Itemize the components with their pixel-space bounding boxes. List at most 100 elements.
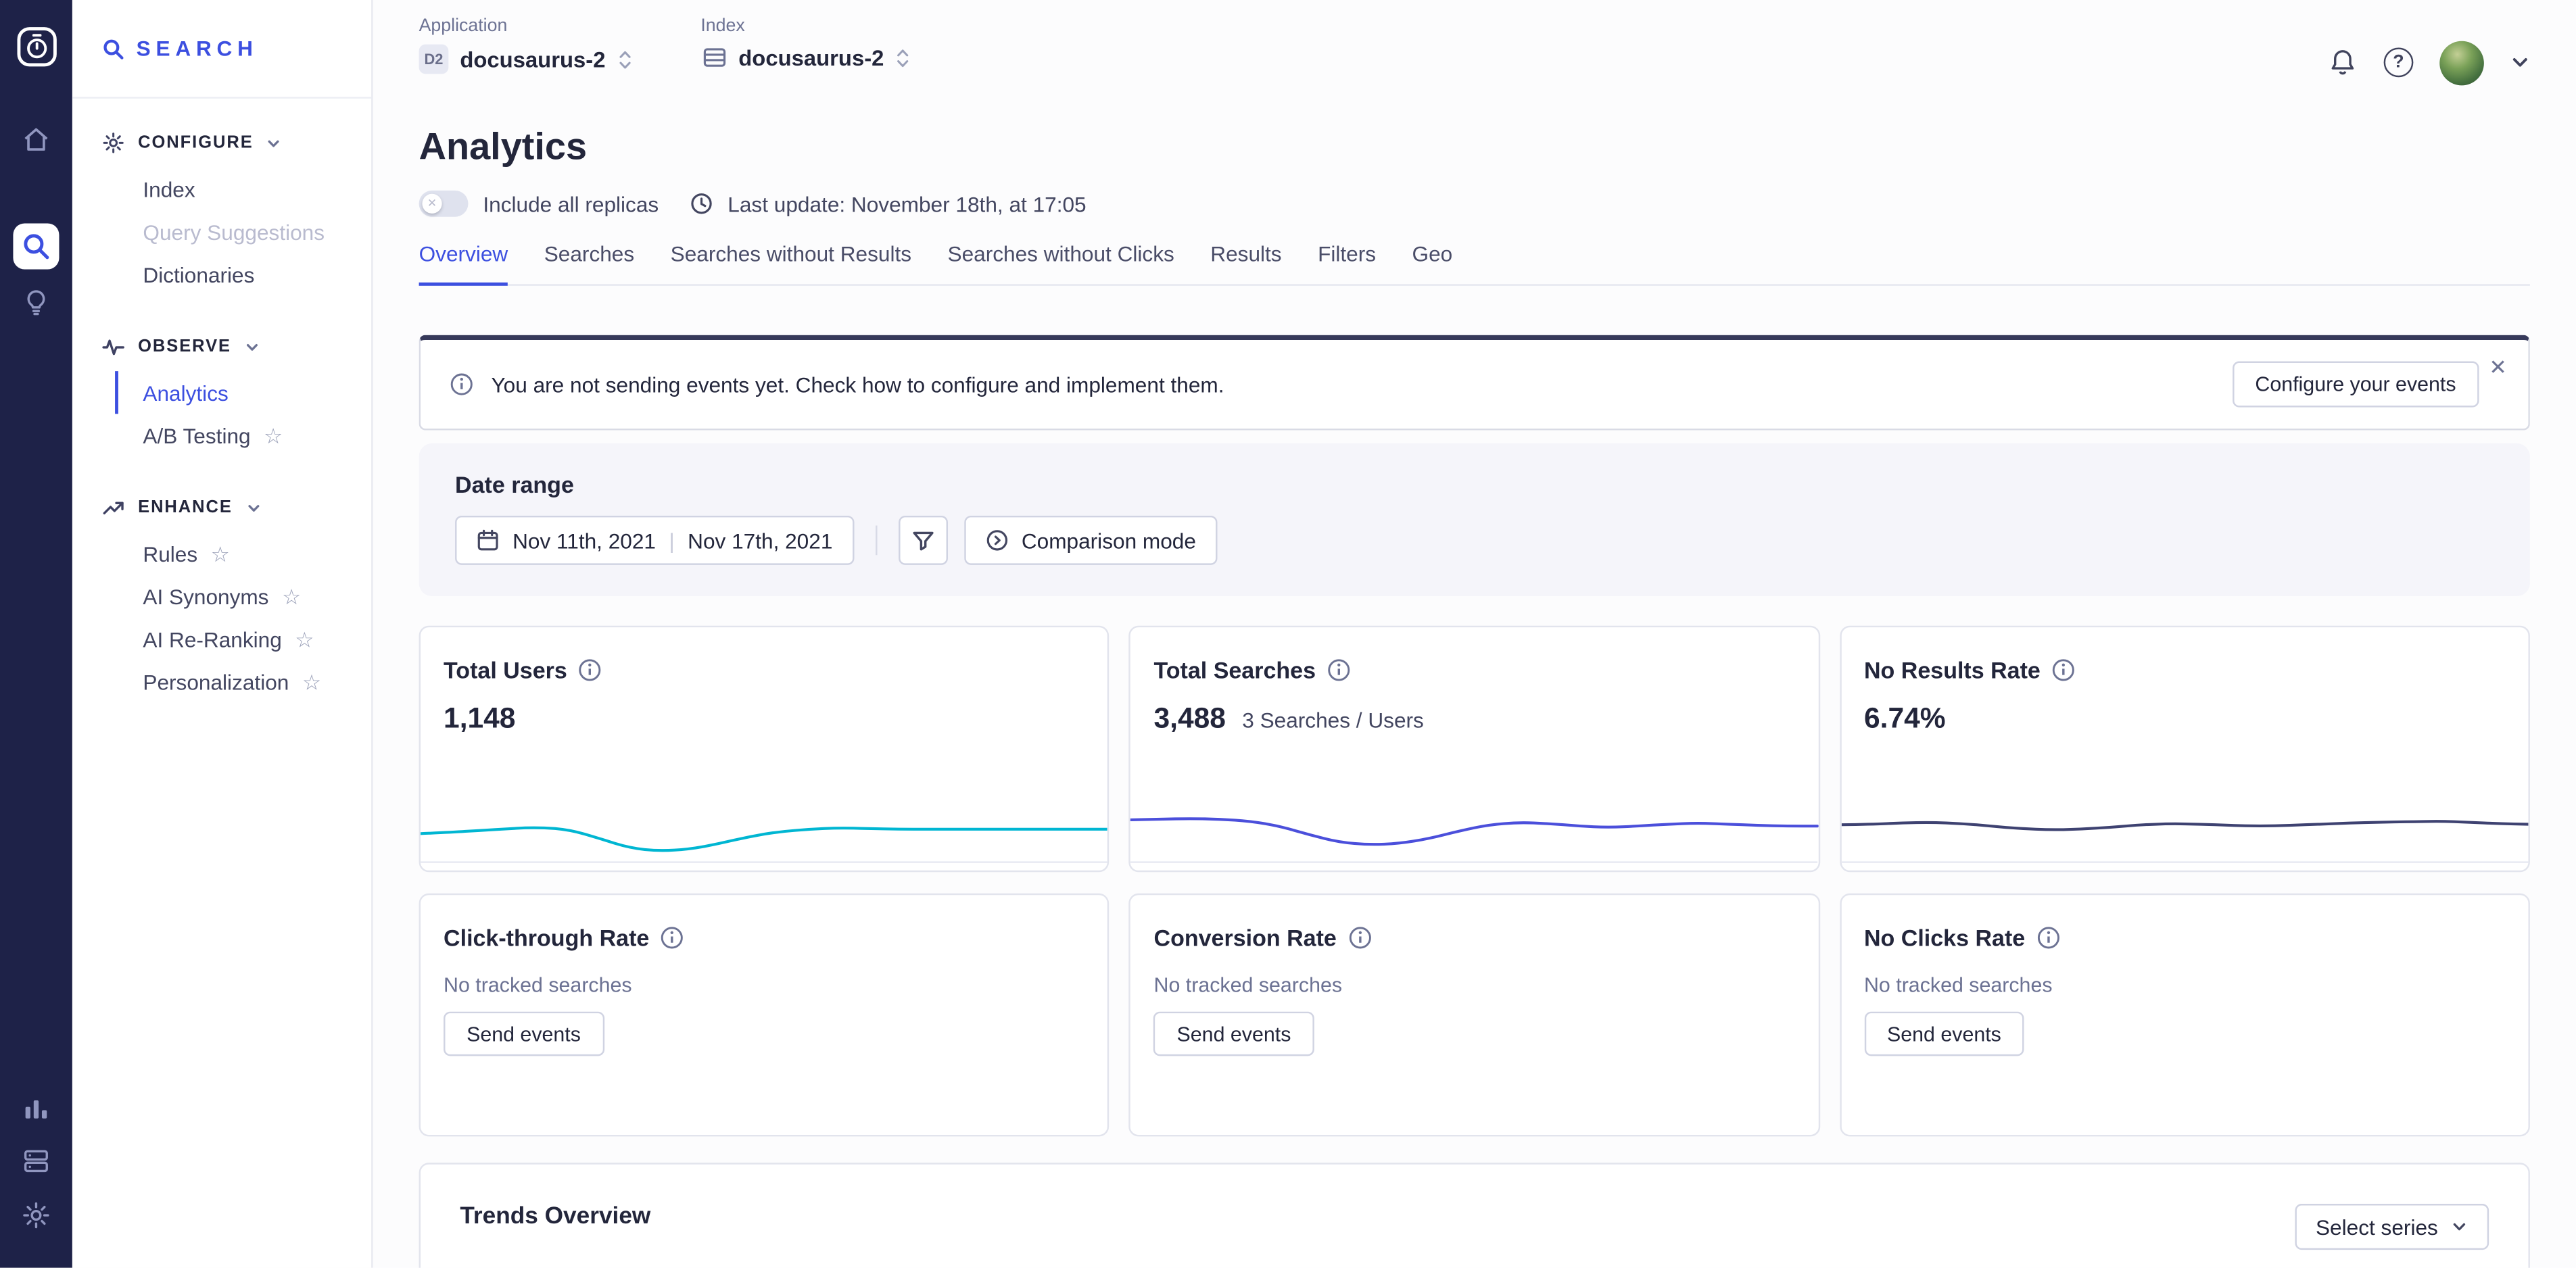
- section-header-observe[interactable]: OBSERVE: [72, 322, 371, 371]
- select-series-button[interactable]: Select series: [2294, 1204, 2489, 1250]
- events-banner: You are not sending events yet. Check ho…: [419, 335, 2530, 431]
- date-range-end: Nov 17th, 2021: [688, 528, 832, 552]
- star-icon: ☆: [302, 671, 321, 693]
- algolia-logo-icon[interactable]: [16, 26, 57, 68]
- recommend-icon[interactable]: [13, 279, 59, 325]
- usage-chart-icon[interactable]: [13, 1084, 59, 1130]
- send-events-button[interactable]: Send events: [1864, 1012, 2024, 1056]
- tab-geo[interactable]: Geo: [1412, 241, 1453, 286]
- chevron-down-icon: [266, 135, 281, 150]
- page-title: Analytics: [419, 125, 2530, 170]
- close-icon[interactable]: ✕: [2489, 356, 2507, 378]
- stat-subtext: 3 Searches / Users: [1242, 708, 1424, 732]
- send-events-button[interactable]: Send events: [444, 1012, 604, 1056]
- comparison-mode-button[interactable]: Comparison mode: [964, 516, 1218, 565]
- card-header: Total Users: [444, 657, 1084, 683]
- tab-searches-without-clicks[interactable]: Searches without Clicks: [948, 241, 1174, 286]
- card-header: No Clicks Rate: [1864, 925, 2505, 951]
- toggle-knob: ✕: [422, 194, 442, 214]
- card-title: No Clicks Rate: [1864, 925, 2025, 951]
- section-header-enhance[interactable]: ENHANCE: [72, 483, 371, 532]
- stat-card-total-users: Total Users 1,148: [419, 626, 1110, 872]
- index-value: docusaurus-2: [738, 45, 884, 70]
- card-header: Conversion Rate: [1154, 925, 1795, 951]
- search-icon: [102, 37, 125, 60]
- card-header: Click-through Rate: [444, 925, 1084, 951]
- no-tracked-searches-text: No tracked searches: [1154, 974, 1795, 997]
- chevron-down-icon: [2451, 1219, 2467, 1235]
- gear-icon: [102, 131, 125, 154]
- sidebar-nav: CONFIGURE Index Query Suggestions Dictio…: [72, 99, 371, 703]
- tab-overview[interactable]: Overview: [419, 241, 508, 286]
- info-icon[interactable]: [2052, 658, 2075, 681]
- comparison-mode-label: Comparison mode: [1022, 528, 1196, 552]
- topbar: Application D2 docusaurus-2 Index docusa…: [419, 0, 2530, 99]
- chevron-down-icon[interactable]: [2510, 53, 2530, 72]
- info-icon: [450, 373, 473, 396]
- sidebar-item-rules[interactable]: Rules☆: [72, 532, 371, 575]
- stat-value-row: 1,148: [444, 702, 1084, 736]
- sidebar-item-ai-re-ranking[interactable]: AI Re-Ranking☆: [72, 618, 371, 660]
- stat-value: 3,488: [1154, 702, 1226, 736]
- tab-results[interactable]: Results: [1210, 241, 1281, 286]
- rail-bottom-group: [13, 1084, 59, 1238]
- section-header-configure[interactable]: CONFIGURE: [72, 118, 371, 168]
- sidebar-item-index[interactable]: Index: [72, 168, 371, 210]
- event-cards-row: Click-through Rate No tracked searches S…: [419, 894, 2530, 1137]
- notifications-bell-icon[interactable]: [2328, 47, 2358, 77]
- info-icon[interactable]: [579, 658, 602, 681]
- application-badge: D2: [419, 45, 449, 74]
- tab-filters[interactable]: Filters: [1318, 241, 1376, 286]
- search-product-logo[interactable]: SEARCH: [72, 0, 371, 99]
- date-range-picker-button[interactable]: Nov 11th, 2021 | Nov 17th, 2021: [455, 516, 854, 565]
- sidebar-section-enhance: ENHANCE Rules☆ AI Synonyms ☆ AI Re-Rankin…: [72, 483, 371, 703]
- application-value: docusaurus-2: [460, 47, 605, 71]
- sidebar-item-personalization[interactable]: Personalization☆: [72, 660, 371, 703]
- home-icon[interactable]: [13, 117, 59, 163]
- avatar[interactable]: [2439, 41, 2484, 85]
- card-title: Total Searches: [1154, 657, 1316, 683]
- section-label: OBSERVE: [138, 337, 231, 356]
- help-icon[interactable]: ?: [2384, 47, 2414, 77]
- star-icon: ☆: [282, 585, 301, 607]
- send-events-button[interactable]: Send events: [1154, 1012, 1314, 1056]
- configure-events-button[interactable]: Configure your events: [2232, 362, 2479, 408]
- sidebar-item-label: AI Synonyms: [143, 584, 268, 608]
- sidebar-item-label: Dictionaries: [143, 262, 254, 287]
- application-selector[interactable]: D2 docusaurus-2: [419, 45, 632, 74]
- sparkline-chart: [421, 785, 1107, 870]
- stat-value-row: 6.74%: [1864, 702, 2505, 736]
- sidebar-item-ai-synonyms[interactable]: AI Synonyms ☆: [72, 575, 371, 617]
- date-range-controls: Nov 11th, 2021 | Nov 17th, 2021 Comparis…: [455, 516, 2494, 565]
- sidebar-item-dictionaries[interactable]: Dictionaries: [72, 253, 371, 295]
- rail-products-group: [13, 223, 59, 325]
- date-separator: |: [669, 528, 674, 552]
- card-header: No Results Rate: [1864, 657, 2505, 683]
- card-title: Total Users: [444, 657, 567, 683]
- tab-searches[interactable]: Searches: [544, 241, 634, 286]
- sidebar-item-query-suggestions[interactable]: Query Suggestions: [72, 210, 371, 253]
- star-icon: ☆: [211, 543, 230, 564]
- settings-gear-icon[interactable]: [13, 1192, 59, 1238]
- sidebar-item-ab-testing[interactable]: A/B Testing☆: [72, 414, 371, 456]
- filter-button[interactable]: [899, 516, 948, 565]
- tab-searches-without-results[interactable]: Searches without Results: [671, 241, 911, 286]
- date-range-start: Nov 11th, 2021: [512, 528, 656, 552]
- date-range-panel: Date range Nov 11th, 2021 | Nov 17th, 20…: [419, 443, 2530, 596]
- banner-message: You are not sending events yet. Check ho…: [492, 372, 1224, 396]
- data-sources-icon[interactable]: [13, 1138, 59, 1184]
- search-product-icon[interactable]: [13, 223, 59, 269]
- stat-card-total-searches: Total Searches 3,488 3 Searches / Users: [1129, 626, 1819, 872]
- card-title: Click-through Rate: [444, 925, 649, 951]
- sidebar-item-analytics[interactable]: Analytics: [115, 371, 371, 414]
- info-icon[interactable]: [2036, 926, 2059, 949]
- info-icon[interactable]: [1348, 926, 1371, 949]
- stat-value: 1,148: [444, 702, 515, 736]
- sort-chevrons-icon: [895, 45, 910, 70]
- include-replicas-toggle[interactable]: ✕: [419, 191, 469, 217]
- info-icon[interactable]: [661, 926, 684, 949]
- info-icon[interactable]: [1327, 658, 1350, 681]
- index-label: Index: [700, 16, 910, 36]
- last-update-text: Last update: November 18th, at 17:05: [728, 191, 1086, 216]
- index-selector[interactable]: docusaurus-2: [700, 45, 910, 71]
